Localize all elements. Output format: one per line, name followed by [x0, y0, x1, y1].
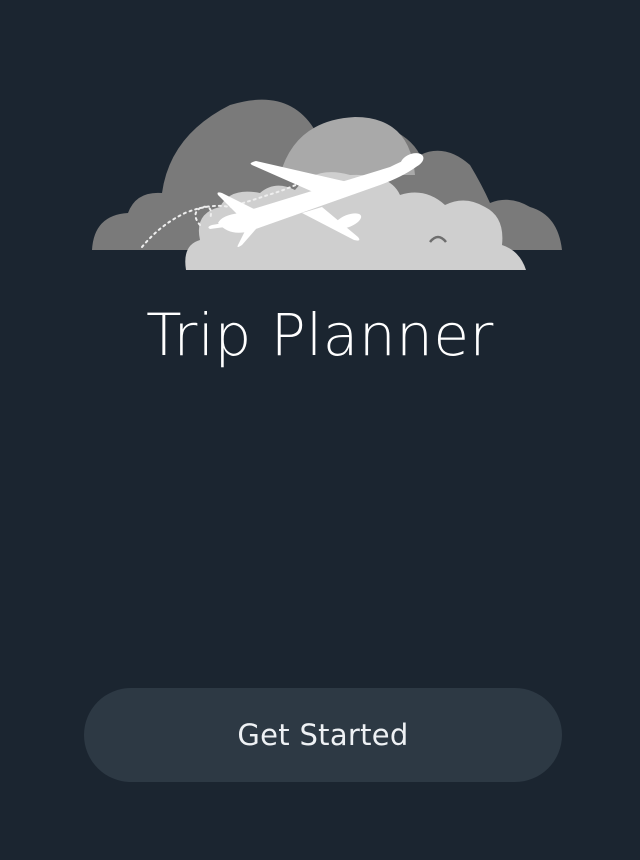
welcome-screen: Trip Planner Get Started [0, 0, 640, 860]
get-started-button[interactable]: Get Started [84, 688, 562, 782]
hero-illustration [90, 95, 570, 275]
app-title: Trip Planner [146, 301, 494, 369]
airplane-over-clouds-icon [92, 99, 562, 270]
